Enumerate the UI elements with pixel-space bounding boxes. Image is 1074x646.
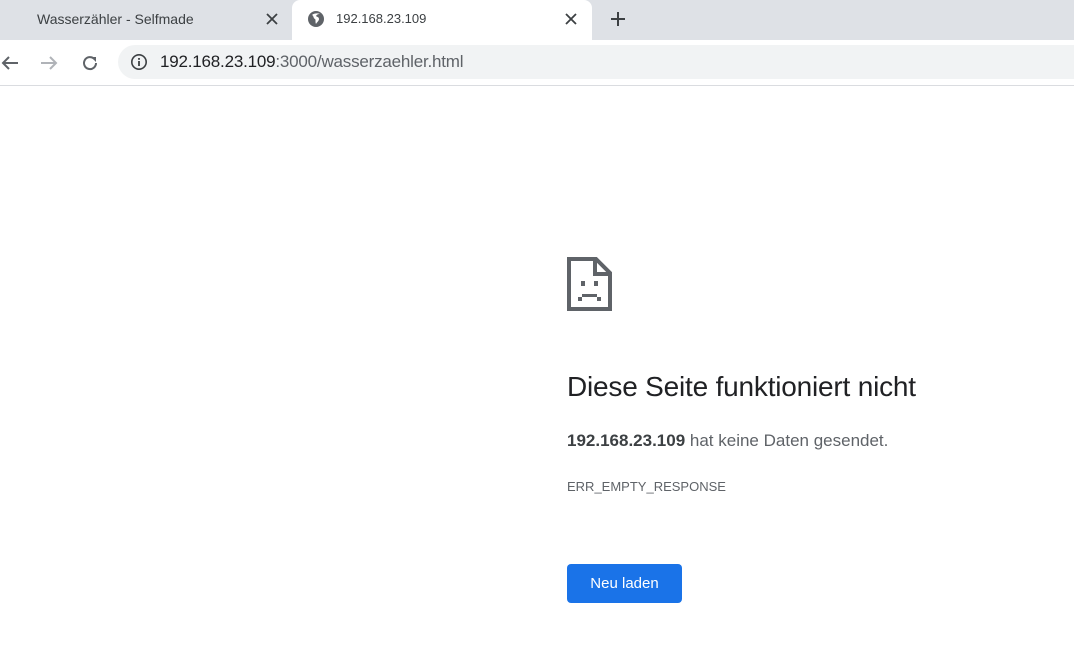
error-heading: Diese Seite funktioniert nicht xyxy=(567,371,916,402)
sad-document-icon xyxy=(567,257,612,311)
reload-icon[interactable] xyxy=(78,51,102,75)
url-text[interactable]: 192.168.23.109:3000/wasserzaehler.html xyxy=(160,52,464,72)
browser-toolbar: 192.168.23.109:3000/wasserzaehler.html xyxy=(0,40,1074,86)
arrow-right-icon[interactable] xyxy=(37,51,61,75)
url-path: :3000/wasserzaehler.html xyxy=(275,52,464,71)
reload-button[interactable]: Neu laden xyxy=(567,564,682,603)
globe-icon xyxy=(307,10,325,28)
error-code: ERR_EMPTY_RESPONSE xyxy=(567,479,726,494)
close-icon[interactable] xyxy=(561,9,581,29)
address-bar[interactable]: 192.168.23.109:3000/wasserzaehler.html xyxy=(118,45,1074,79)
error-summary: 192.168.23.109 hat keine Daten gesendet. xyxy=(567,431,888,451)
tab-title: 192.168.23.109 xyxy=(336,11,427,26)
info-icon[interactable] xyxy=(130,53,148,71)
plus-icon[interactable] xyxy=(607,8,629,30)
error-summary-text: hat keine Daten gesendet. xyxy=(685,431,889,450)
tab-title: Wasserzähler - Selfmade xyxy=(37,11,194,27)
close-icon[interactable] xyxy=(262,9,282,29)
error-page: Diese Seite funktioniert nicht 192.168.2… xyxy=(0,87,1074,646)
arrow-left-icon[interactable] xyxy=(0,51,22,75)
tab-active-ip[interactable]: 192.168.23.109 xyxy=(292,0,592,40)
url-host: 192.168.23.109 xyxy=(160,52,276,71)
tab-wasserzaehler[interactable]: Wasserzähler - Selfmade xyxy=(0,0,292,40)
tab-strip: Wasserzähler - Selfmade 192.168.23.109 xyxy=(0,0,1074,40)
error-host: 192.168.23.109 xyxy=(567,431,686,450)
